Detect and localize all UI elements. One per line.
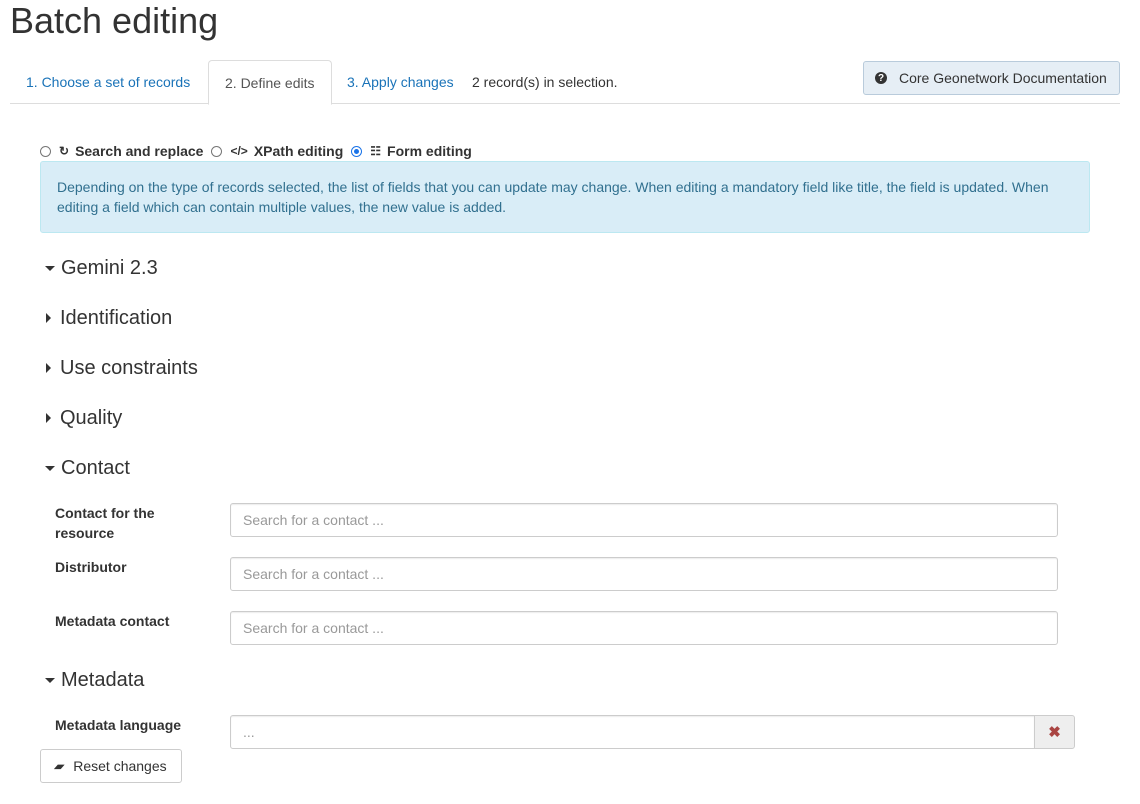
documentation-button-label: Core Geonetwork Documentation xyxy=(899,70,1107,86)
resource-contact-input[interactable] xyxy=(230,503,1058,537)
section-identification[interactable]: Identification xyxy=(44,306,172,330)
metadata-contact-input[interactable] xyxy=(230,611,1058,645)
caret-down-icon xyxy=(45,465,55,471)
refresh-icon: ↻ xyxy=(59,144,70,158)
documentation-button[interactable]: ? Core Geonetwork Documentation xyxy=(863,61,1120,95)
tab-apply-changes[interactable]: 3. Apply changes xyxy=(331,60,470,104)
caret-down-icon xyxy=(45,265,55,271)
section-metadata[interactable]: Metadata xyxy=(44,668,144,692)
distributor-label: Distributor xyxy=(55,559,127,575)
metadata-contact-label: Metadata contact xyxy=(55,613,170,629)
selection-count: 2 record(s) in selection. xyxy=(472,74,618,90)
tab-choose-records[interactable]: 1. Choose a set of records xyxy=(10,60,206,104)
edit-mode-selector: ↻ Search and replace </> XPath editing ☷… xyxy=(40,142,480,160)
distributor-input[interactable] xyxy=(230,557,1058,591)
section-contact-label: Contact xyxy=(61,457,130,479)
form-editing-label[interactable]: Form editing xyxy=(387,143,472,159)
caret-down-icon xyxy=(45,677,55,683)
caret-right-icon xyxy=(46,413,51,423)
eraser-icon: ▰ xyxy=(52,759,67,773)
metadata-language-label: Metadata language xyxy=(55,717,182,733)
list-alt-icon: ☷ xyxy=(370,144,382,158)
section-identification-label: Identification xyxy=(60,307,173,329)
page-title: Batch editing xyxy=(10,0,219,41)
form-editing-radio[interactable] xyxy=(351,145,363,157)
search-replace-radio[interactable] xyxy=(40,145,51,157)
search-replace-label[interactable]: Search and replace xyxy=(75,143,203,159)
close-icon: ✖ xyxy=(1048,724,1061,741)
caret-right-icon xyxy=(46,313,51,323)
code-icon: </> xyxy=(230,144,248,158)
section-quality[interactable]: Quality xyxy=(44,406,122,430)
caret-right-icon xyxy=(46,363,51,373)
info-alert: Depending on the type of records selecte… xyxy=(40,161,1090,233)
metadata-language-input[interactable] xyxy=(230,715,1035,749)
section-gemini-label: Gemini 2.3 xyxy=(61,257,158,279)
section-gemini[interactable]: Gemini 2.3 xyxy=(44,256,158,280)
section-use-constraints-label: Use constraints xyxy=(60,357,198,379)
section-contact[interactable]: Contact xyxy=(44,456,130,480)
xpath-editing-label[interactable]: XPath editing xyxy=(254,143,343,159)
xpath-editing-radio[interactable] xyxy=(211,145,223,157)
reset-changes-button[interactable]: ▰ Reset changes xyxy=(40,749,182,783)
reset-changes-label: Reset changes xyxy=(73,758,167,774)
section-quality-label: Quality xyxy=(60,407,123,429)
section-use-constraints[interactable]: Use constraints xyxy=(44,356,198,380)
clear-language-button[interactable]: ✖ xyxy=(1034,715,1075,749)
question-circle-icon: ? xyxy=(875,72,887,84)
resource-contact-label: Contact for the resource xyxy=(55,505,155,541)
tab-define-edits[interactable]: 2. Define edits xyxy=(208,60,332,105)
section-metadata-label: Metadata xyxy=(61,669,145,691)
